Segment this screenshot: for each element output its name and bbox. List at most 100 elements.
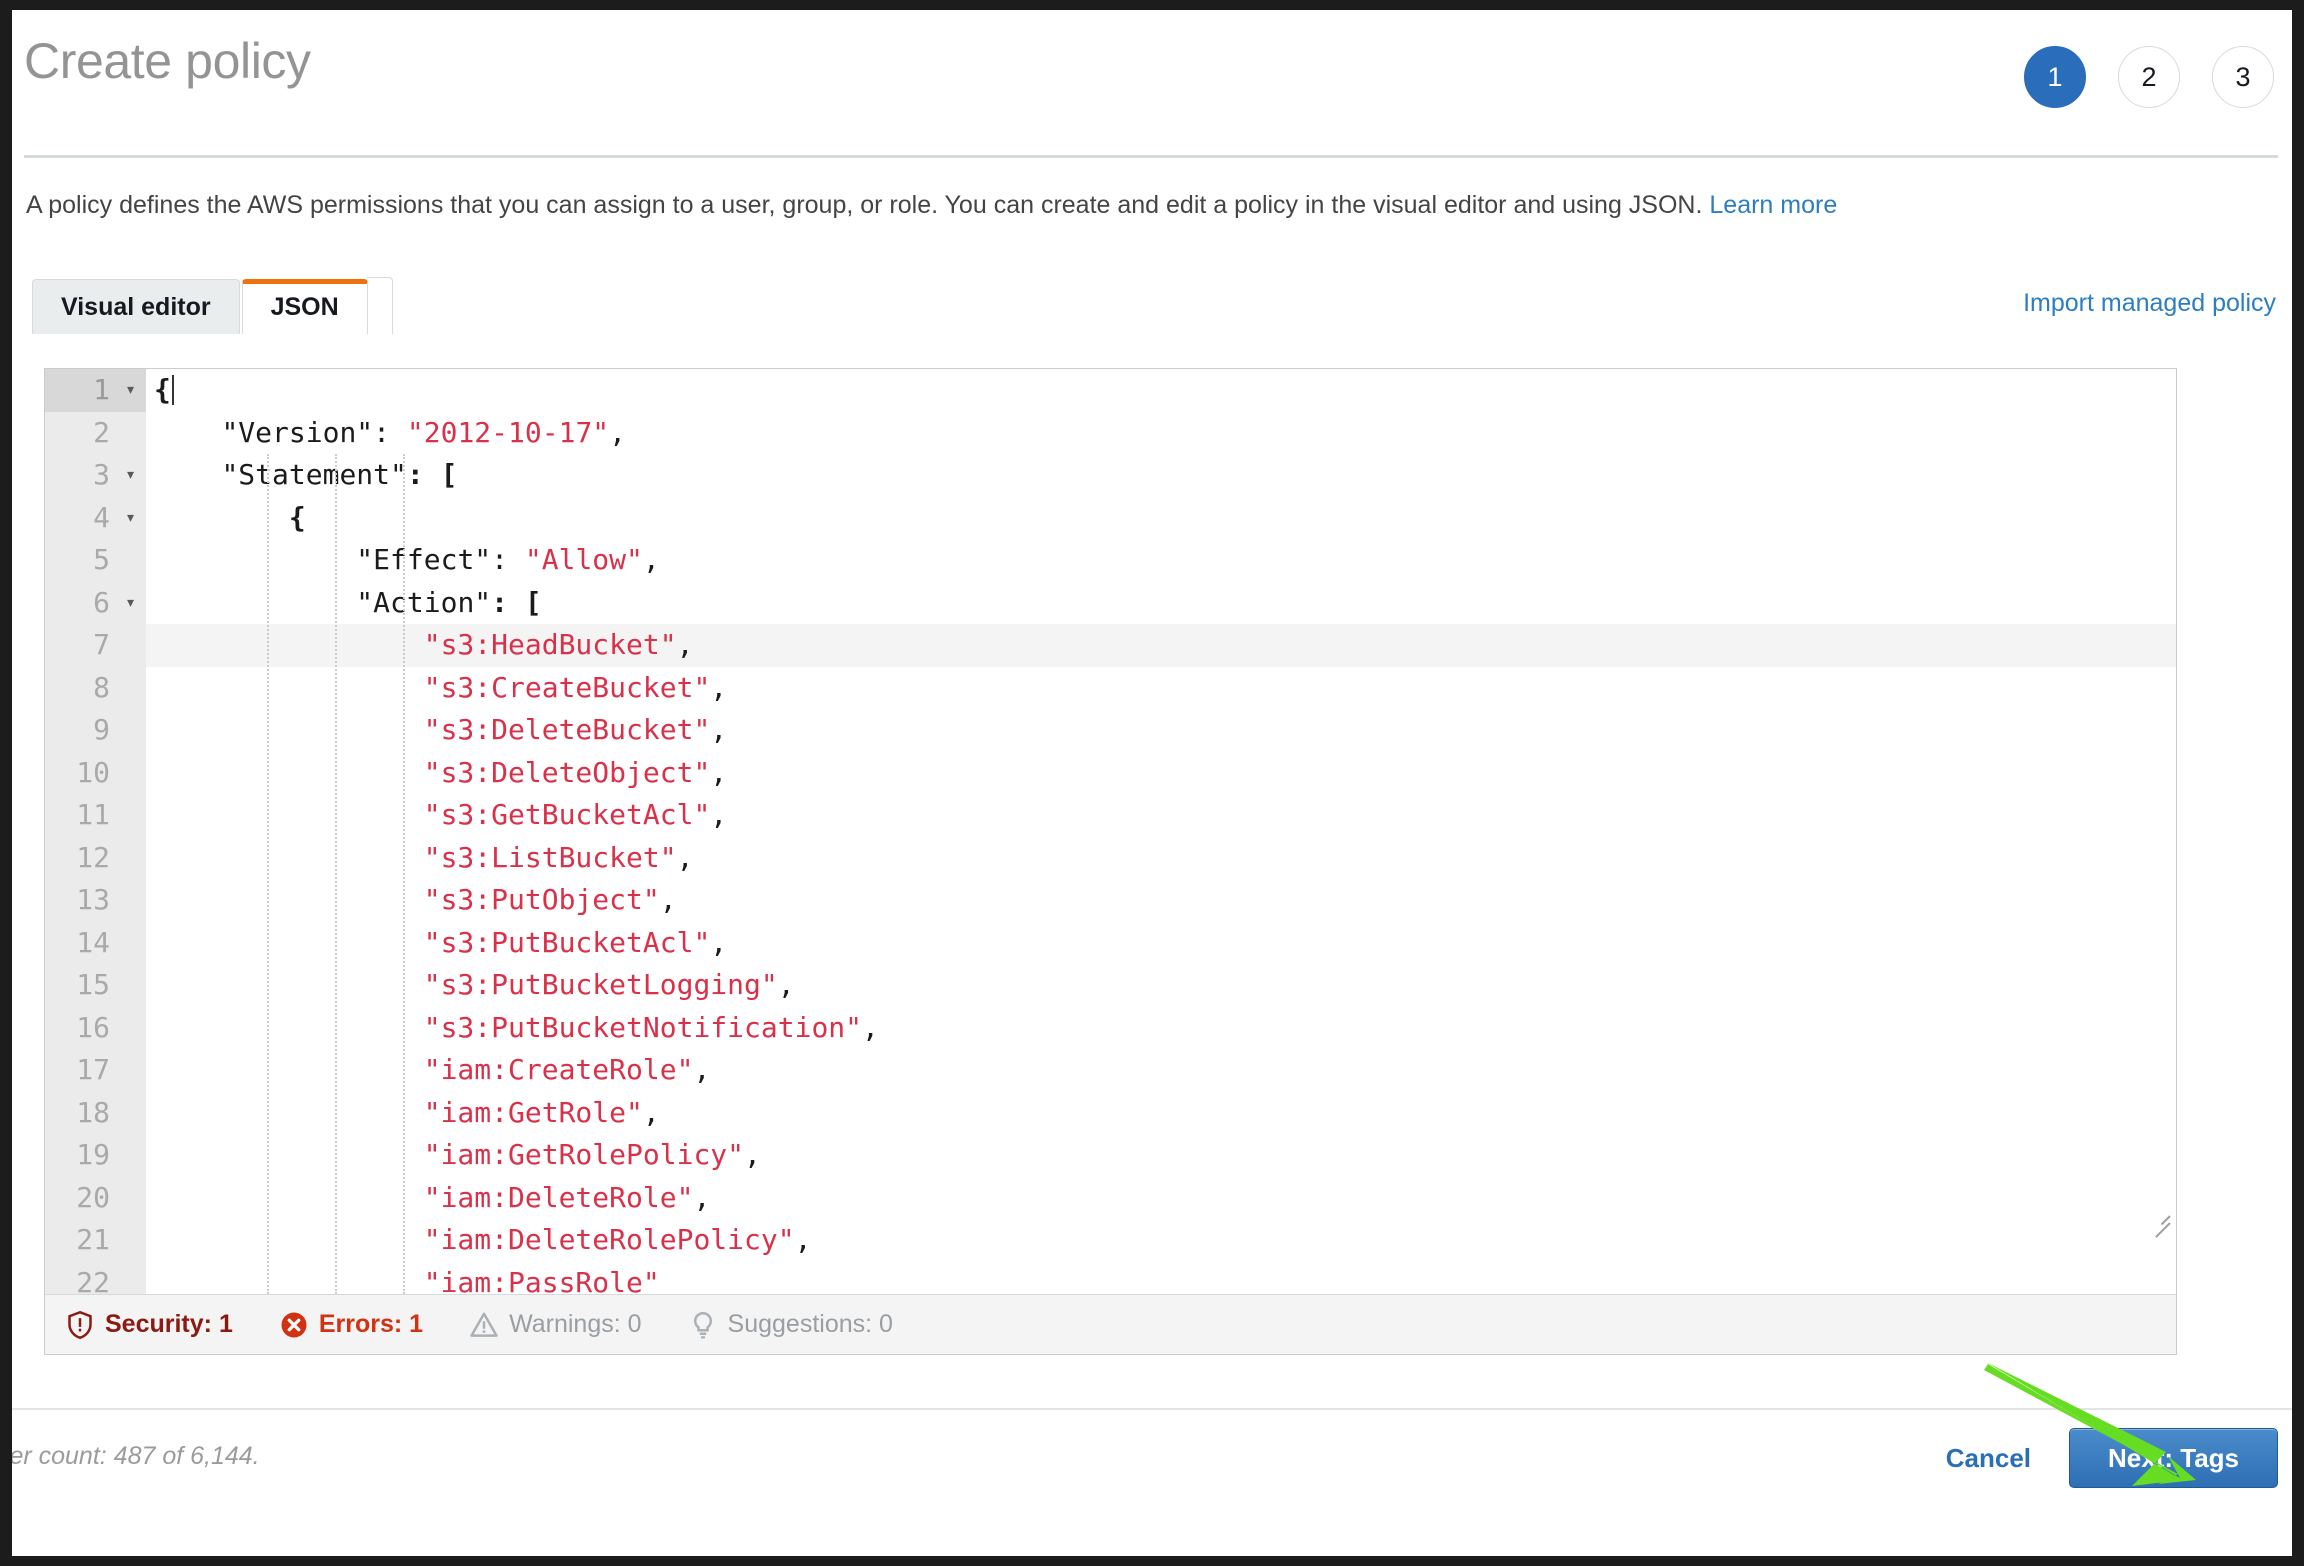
status-warnings-label: Warnings: 0 <box>509 1310 642 1338</box>
line-number-gutter[interactable]: 1 ▾ 2 3 ▾ 4 ▾ 5 6 ▾ 7 8 9 10 11 12 13 14 15 16 17 18 19 20 21 22 <box>45 369 146 1294</box>
code-line[interactable]: "s3:HeadBucket", <box>146 624 2176 667</box>
code-area[interactable]: 1 ▾ 2 3 ▾ 4 ▾ 5 6 ▾ 7 8 9 10 11 12 13 14 15 16 17 18 19 20 21 22 … <box>45 369 2176 1294</box>
json-punctuation: : [ <box>491 585 542 619</box>
import-managed-policy-link[interactable]: Import managed policy <box>2023 289 2276 318</box>
warning-triangle-icon <box>469 1310 499 1340</box>
json-string: "iam:DeleteRole" <box>423 1180 694 1214</box>
header-divider <box>24 155 2278 158</box>
line-number[interactable]: 10 <box>45 752 146 795</box>
line-number[interactable]: 19 <box>45 1134 146 1177</box>
code-line[interactable]: "s3:ListBucket", <box>146 837 2176 880</box>
json-punctuation <box>154 926 424 959</box>
json-punctuation <box>154 1053 424 1086</box>
error-circle-icon <box>279 1310 309 1340</box>
line-number[interactable]: 12 <box>45 837 146 880</box>
json-string: "s3:CreateBucket" <box>423 670 711 704</box>
json-string: "2012-10-17" <box>406 415 610 449</box>
code-line[interactable]: "s3:GetBucketAcl", <box>146 794 2176 837</box>
json-punctuation: { <box>154 500 306 534</box>
json-punctuation <box>154 1138 424 1171</box>
code-line[interactable]: "s3:PutObject", <box>146 879 2176 922</box>
line-number[interactable]: 7 <box>45 624 146 667</box>
editor-resize-handle[interactable] <box>2146 1202 2172 1238</box>
json-string: "s3:PutBucketNotification" <box>423 1010 863 1044</box>
code-line[interactable]: "s3:PutBucketNotification", <box>146 1007 2176 1050</box>
code-line[interactable]: "iam:PassRole" <box>146 1262 2176 1295</box>
code-line[interactable]: "Action": [ <box>146 582 2176 625</box>
code-line[interactable]: "s3:DeleteObject", <box>146 752 2176 795</box>
line-number[interactable]: 20 <box>45 1177 146 1220</box>
line-number[interactable]: 14 <box>45 922 146 965</box>
line-number[interactable]: 22 <box>45 1262 146 1295</box>
json-punctuation: , <box>693 1180 711 1214</box>
status-suggestions[interactable]: Suggestions: 0 <box>688 1310 893 1340</box>
json-punctuation: , <box>693 1053 711 1086</box>
code-line[interactable]: "iam:DeleteRolePolicy", <box>146 1219 2176 1262</box>
json-key: "Effect" <box>356 543 492 576</box>
json-punctuation: , <box>710 670 728 704</box>
code-line[interactable]: { <box>146 497 2176 540</box>
page-description-text: A policy defines the AWS permissions tha… <box>26 191 1703 219</box>
line-number[interactable]: 6 ▾ <box>45 582 146 625</box>
line-number[interactable]: 18 <box>45 1092 146 1135</box>
code-line[interactable]: { <box>146 369 2176 412</box>
json-string: "iam:GetRole" <box>423 1095 643 1129</box>
code-line[interactable]: "Effect": "Allow", <box>146 539 2176 582</box>
wizard-step-2[interactable]: 2 <box>2118 46 2180 108</box>
cancel-button[interactable]: Cancel <box>1942 1435 2035 1482</box>
json-punctuation <box>154 1266 424 1295</box>
code-line[interactable]: "s3:DeleteBucket", <box>146 709 2176 752</box>
code-line[interactable]: "iam:GetRolePolicy", <box>146 1134 2176 1177</box>
lightbulb-icon <box>688 1310 718 1340</box>
code-line[interactable]: "iam:DeleteRole", <box>146 1177 2176 1220</box>
next-tags-button[interactable]: Next: Tags <box>2069 1428 2278 1488</box>
status-errors-label: Errors: 1 <box>318 1310 424 1338</box>
fold-toggle-icon[interactable]: ▾ <box>125 454 136 497</box>
json-string: "iam:DeleteRolePolicy" <box>423 1223 795 1256</box>
status-warnings[interactable]: Warnings: 0 <box>469 1310 642 1340</box>
shield-alert-icon <box>65 1310 95 1340</box>
tab-visual-editor[interactable]: Visual editor <box>32 279 240 334</box>
json-punctuation <box>154 798 424 831</box>
code-lines[interactable]: { "Version": "2012-10-17", "Statement": … <box>146 369 2176 1294</box>
line-number[interactable]: 1 ▾ <box>45 369 146 412</box>
line-number[interactable]: 16 <box>45 1007 146 1050</box>
create-policy-screen: Create policy 1 2 3 A policy defines the… <box>12 10 2292 1556</box>
code-line[interactable]: "s3:CreateBucket", <box>146 667 2176 710</box>
tab-json[interactable]: JSON <box>241 279 368 334</box>
json-punctuation <box>154 1181 424 1214</box>
line-number[interactable]: 4 ▾ <box>45 497 146 540</box>
code-line[interactable]: "Version": "2012-10-17", <box>146 412 2176 455</box>
line-number[interactable]: 9 <box>45 709 146 752</box>
code-line[interactable]: "s3:PutBucketAcl", <box>146 922 2176 965</box>
line-number[interactable]: 21 <box>45 1219 146 1262</box>
wizard-step-1[interactable]: 1 <box>2024 46 2086 108</box>
json-string: "s3:PutBucketLogging" <box>423 968 778 1001</box>
wizard-step-3[interactable]: 3 <box>2212 46 2274 108</box>
line-number[interactable]: 2 <box>45 412 146 455</box>
fold-toggle-icon[interactable]: ▾ <box>125 497 136 540</box>
code-line[interactable]: "Statement": [ <box>146 454 2176 497</box>
fold-toggle-icon[interactable]: ▾ <box>125 369 136 412</box>
line-number[interactable]: 17 <box>45 1049 146 1092</box>
page-header: Create policy 1 2 3 <box>12 10 2292 160</box>
status-errors[interactable]: Errors: 1 <box>279 1310 423 1340</box>
learn-more-link[interactable]: Learn more <box>1709 191 1837 219</box>
character-count: cter count: 487 of 6,144. <box>12 1442 260 1470</box>
line-number[interactable]: 13 <box>45 879 146 922</box>
fold-toggle-icon[interactable]: ▾ <box>125 582 136 625</box>
status-security[interactable]: Security: 1 <box>65 1310 233 1340</box>
line-number[interactable]: 5 <box>45 539 146 582</box>
line-number[interactable]: 15 <box>45 964 146 1007</box>
json-string: "s3:PutBucketAcl" <box>423 925 711 959</box>
line-number[interactable]: 8 <box>45 667 146 710</box>
code-line[interactable]: "s3:PutBucketLogging", <box>146 964 2176 1007</box>
line-number[interactable]: 11 <box>45 794 146 837</box>
page-description: A policy defines the AWS permissions tha… <box>26 193 1837 218</box>
code-line[interactable]: "iam:CreateRole", <box>146 1049 2176 1092</box>
json-policy-editor[interactable]: 1 ▾ 2 3 ▾ 4 ▾ 5 6 ▾ 7 8 9 10 11 12 13 14 15 16 17 18 19 20 21 22 … <box>44 368 2177 1355</box>
json-punctuation: , <box>710 925 728 959</box>
line-number[interactable]: 3 ▾ <box>45 454 146 497</box>
code-line[interactable]: "iam:GetRole", <box>146 1092 2176 1135</box>
json-string: "s3:ListBucket" <box>423 840 677 874</box>
